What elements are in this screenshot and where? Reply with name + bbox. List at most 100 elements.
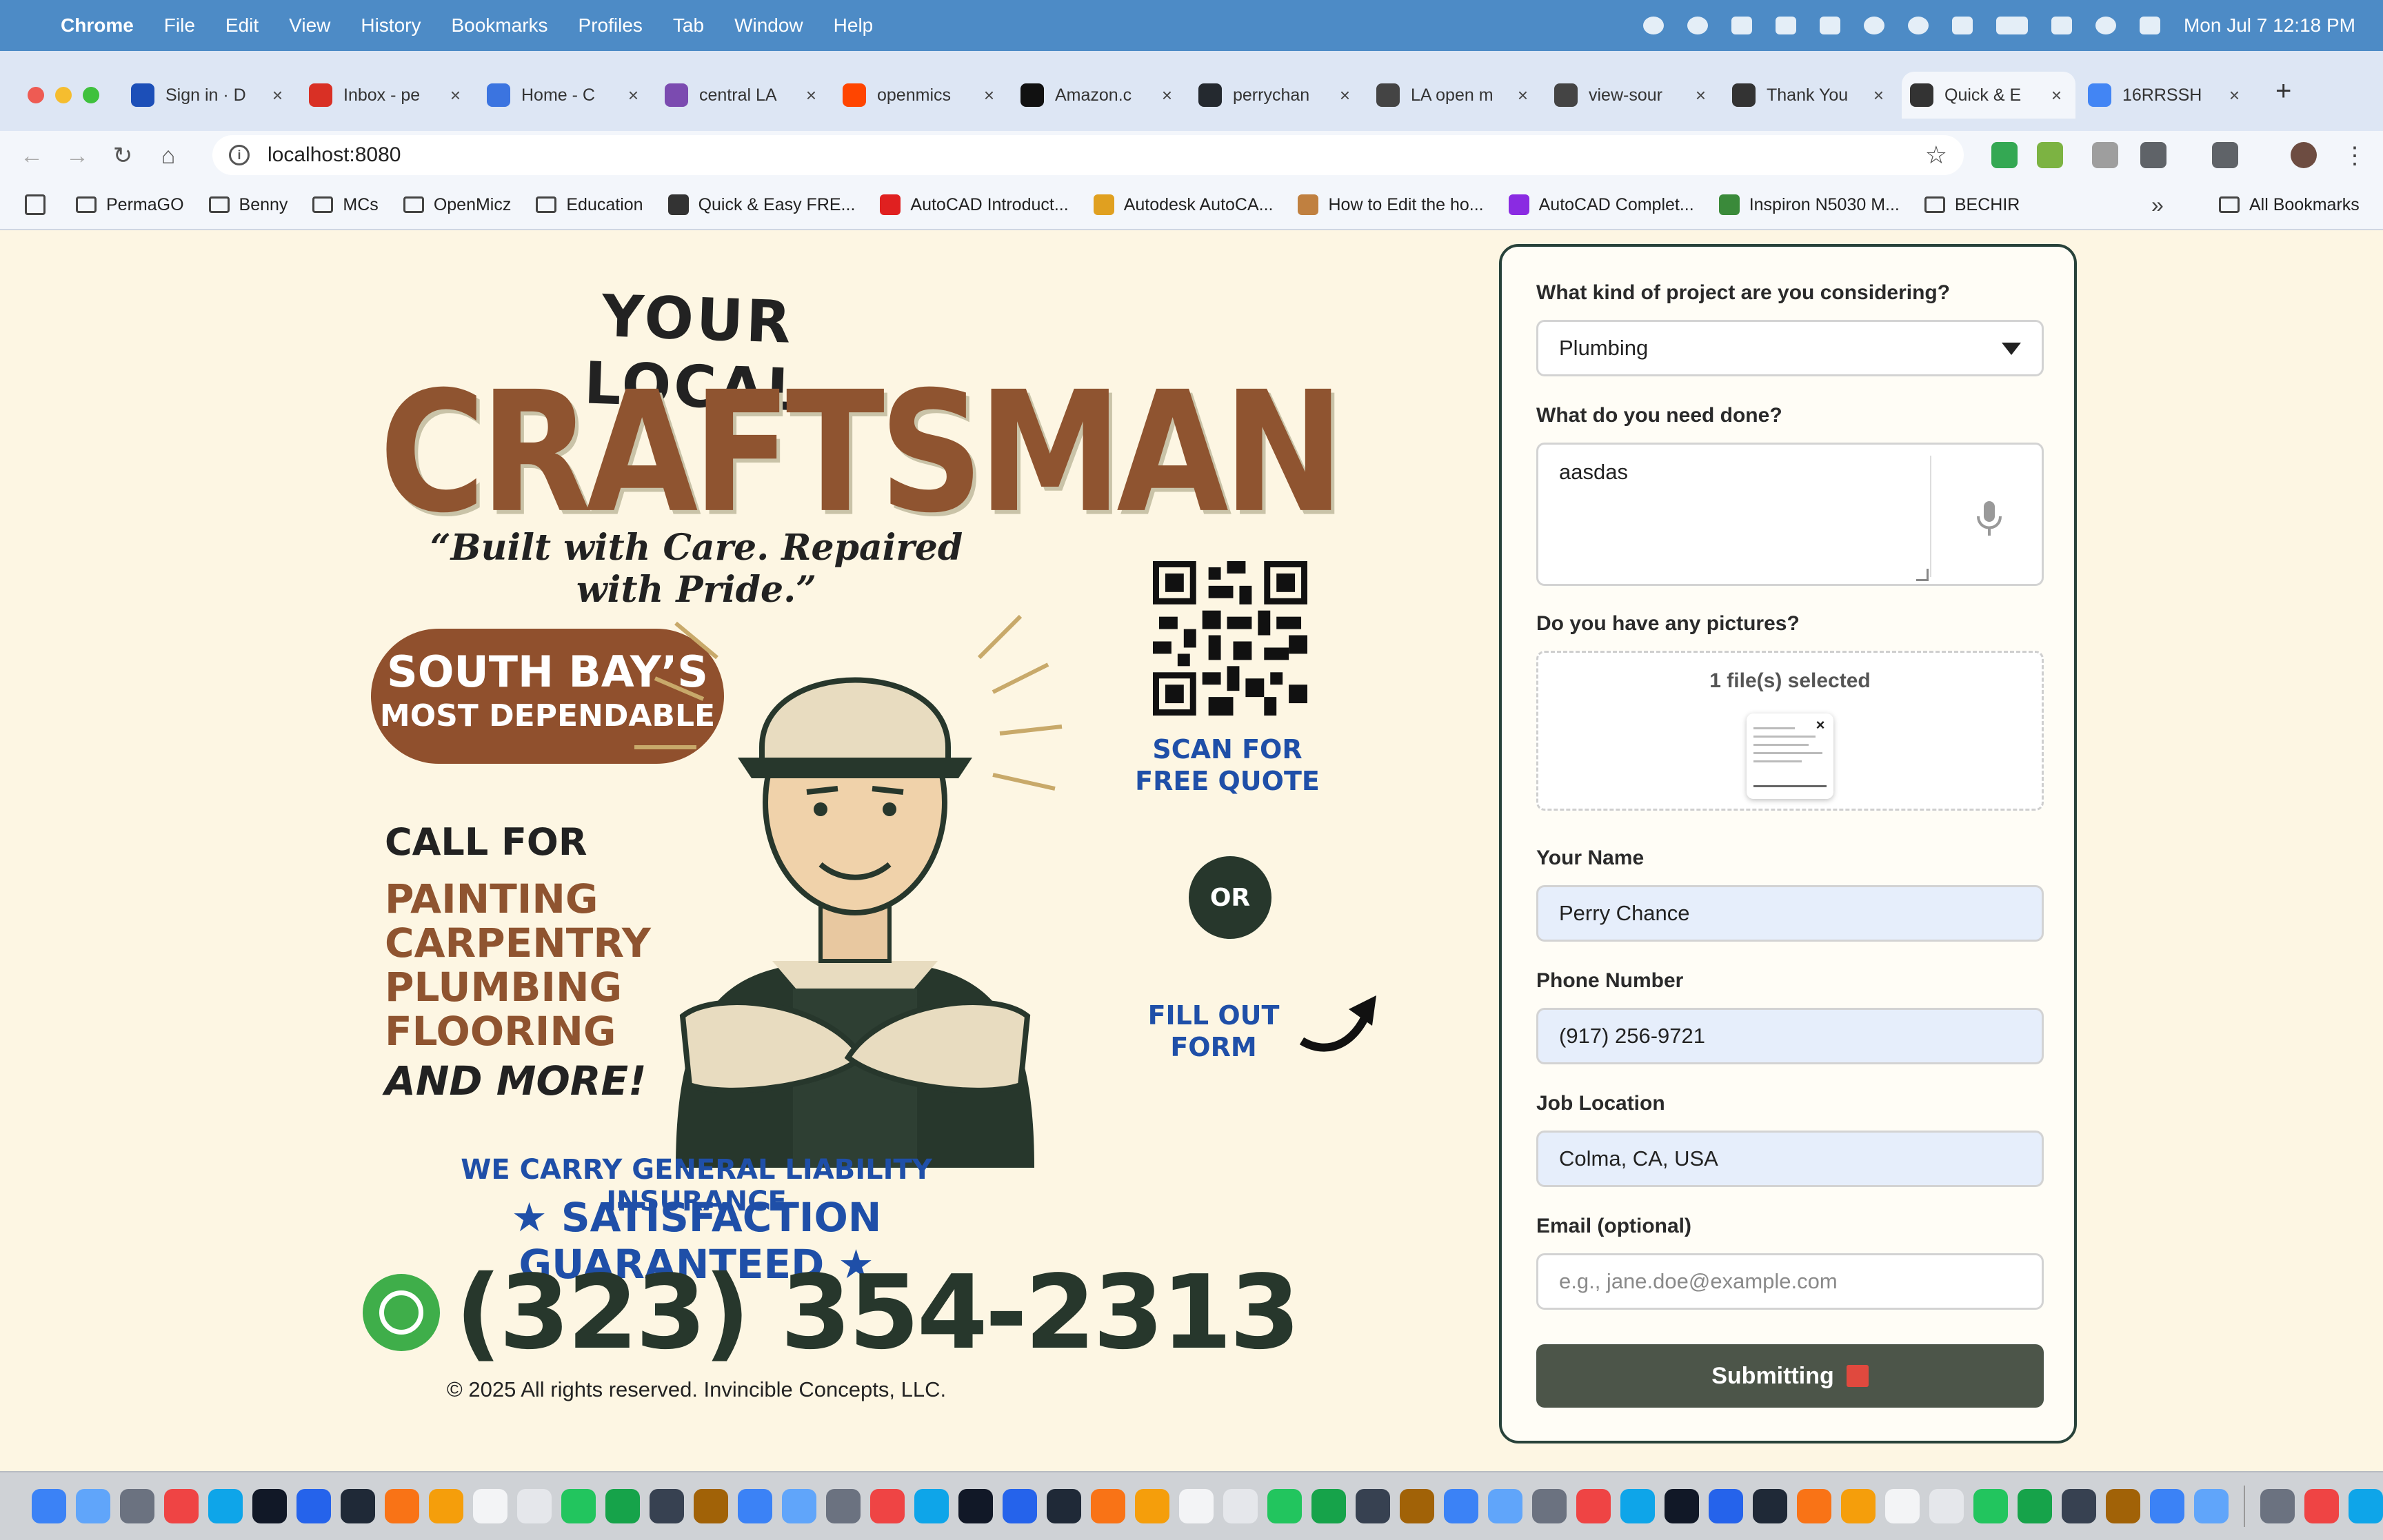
browser-tab[interactable]: LA open m ×: [1368, 72, 1542, 119]
tab-close-icon[interactable]: ×: [1518, 85, 1528, 106]
flight-dock-icon[interactable]: [1841, 1489, 1876, 1523]
remove-file-icon[interactable]: ×: [1811, 716, 1829, 734]
quicktime-dock-icon[interactable]: [1003, 1489, 1037, 1523]
finder-dock-icon[interactable]: [32, 1489, 66, 1523]
browser-tab[interactable]: perrychan ×: [1190, 72, 1364, 119]
chatgpt-dock-icon[interactable]: [1797, 1489, 1831, 1523]
iphone-mirror-dock-icon[interactable]: [2304, 1489, 2339, 1523]
mail-dock-icon[interactable]: [208, 1489, 243, 1523]
spotify-dock-icon[interactable]: [958, 1489, 993, 1523]
phone-field[interactable]: (917) 256-9721: [1536, 1008, 2044, 1064]
name-field[interactable]: Perry Chance: [1536, 885, 2044, 942]
browser-tab[interactable]: Home - C ×: [479, 72, 652, 119]
resize-handle[interactable]: [1916, 569, 1929, 581]
calendar-dock-icon[interactable]: [164, 1489, 199, 1523]
voice-memo-dock-icon[interactable]: [1444, 1489, 1478, 1523]
teams-dock-icon[interactable]: [1532, 1489, 1567, 1523]
vpn-icon[interactable]: [1863, 17, 1884, 34]
back-arrow-icon[interactable]: ←: [18, 143, 46, 170]
bookmark-item[interactable]: How to Edit the ho...: [1298, 194, 1484, 215]
whatsapp-dock-icon[interactable]: [1576, 1489, 1611, 1523]
tab-close-icon[interactable]: ×: [1696, 85, 1706, 106]
bird-dock-icon[interactable]: [1973, 1489, 2008, 1523]
menu-edit[interactable]: Edit: [225, 14, 259, 37]
calculator-dock-icon[interactable]: [1400, 1489, 1434, 1523]
google-drive-ext-icon[interactable]: [1991, 142, 2018, 168]
obs-dock-icon[interactable]: [1929, 1489, 1964, 1523]
tab-search-icon[interactable]: [2212, 142, 2238, 168]
menu-app-name[interactable]: Chrome: [61, 14, 134, 37]
photos-dock-icon[interactable]: [1047, 1489, 1081, 1523]
window-close-button[interactable]: [28, 87, 44, 103]
uploaded-image-thumbnail[interactable]: ×: [1747, 713, 1833, 799]
discord-dock-icon[interactable]: [1488, 1489, 1522, 1523]
bookmark-item[interactable]: PermaGO: [76, 195, 184, 215]
tab-close-icon[interactable]: ×: [628, 85, 639, 106]
menu-bookmarks[interactable]: Bookmarks: [451, 14, 547, 37]
notes-dock-icon[interactable]: [473, 1489, 507, 1523]
spotlight-search-icon[interactable]: [2095, 17, 2116, 34]
claude-dock-icon[interactable]: [385, 1489, 419, 1523]
bookmark-item[interactable]: Benny: [208, 195, 288, 215]
tab-close-icon[interactable]: ×: [272, 85, 283, 106]
preview-dock-icon[interactable]: [1356, 1489, 1390, 1523]
control-center-icon[interactable]: [2139, 17, 2160, 34]
tab-close-icon[interactable]: ×: [2229, 85, 2240, 106]
tor-dock-icon[interactable]: [1885, 1489, 1920, 1523]
screenshot-dock-icon[interactable]: [1091, 1489, 1125, 1523]
menu-profiles[interactable]: Profiles: [579, 14, 643, 37]
tab-close-icon[interactable]: ×: [1340, 85, 1350, 106]
chrome-menu-icon[interactable]: ⋮: [2342, 142, 2368, 169]
window-zoom-button[interactable]: [83, 87, 99, 103]
menu-history[interactable]: History: [361, 14, 421, 37]
menu-tab[interactable]: Tab: [673, 14, 704, 37]
menu-file[interactable]: File: [164, 14, 195, 37]
need-done-textarea[interactable]: aasdas: [1536, 443, 2044, 586]
whatsapp-icon[interactable]: [363, 1274, 440, 1351]
extension-icon[interactable]: [2037, 142, 2063, 168]
safari-dock-icon[interactable]: [870, 1489, 905, 1523]
menu-window[interactable]: Window: [734, 14, 803, 37]
maps-dock-icon[interactable]: [2018, 1489, 2052, 1523]
project-type-select[interactable]: Plumbing: [1536, 320, 2044, 376]
browser-tab[interactable]: Amazon.c ×: [1012, 72, 1186, 119]
all-bookmarks-button[interactable]: All Bookmarks: [2219, 195, 2360, 215]
tab-close-icon[interactable]: ×: [2051, 85, 2062, 106]
reminders-dock-icon[interactable]: [517, 1489, 552, 1523]
sketchup-dock-icon[interactable]: [1753, 1489, 1787, 1523]
home-icon[interactable]: ⌂: [154, 143, 182, 170]
messenger-dock-icon[interactable]: [1223, 1489, 1258, 1523]
bookmark-item[interactable]: AutoCAD Introduct...: [880, 194, 1069, 215]
bookmark-item[interactable]: Autodesk AutoCA...: [1093, 194, 1273, 215]
music-dock-icon[interactable]: [914, 1489, 949, 1523]
location-field[interactable]: Colma, CA, USA: [1536, 1131, 2044, 1187]
dictionary-dock-icon[interactable]: [2194, 1489, 2229, 1523]
brightness-icon[interactable]: [1642, 17, 1664, 34]
trello-dock-icon[interactable]: [1709, 1489, 1743, 1523]
browser-tab[interactable]: openmics ×: [834, 72, 1008, 119]
microphone-icon[interactable]: [1975, 500, 2003, 538]
bookmark-item[interactable]: Education: [536, 195, 643, 215]
vscode-dock-icon[interactable]: [296, 1489, 331, 1523]
camera-ext-icon[interactable]: [2092, 142, 2118, 168]
more-bookmarks-icon[interactable]: »: [2151, 192, 2164, 218]
keka-dock-icon[interactable]: [694, 1489, 728, 1523]
menu-view[interactable]: View: [289, 14, 330, 37]
apps-grid-icon[interactable]: [25, 194, 46, 215]
facetime-dock-icon[interactable]: [605, 1489, 640, 1523]
battery-icon[interactable]: [1995, 17, 2028, 34]
browser-tab[interactable]: central LA ×: [656, 72, 830, 119]
evernote-dock-icon[interactable]: [1620, 1489, 1655, 1523]
volume-icon[interactable]: [1819, 17, 1840, 34]
window-minimize-button[interactable]: [55, 87, 72, 103]
browser-tab[interactable]: Sign in · D ×: [123, 72, 296, 119]
forward-arrow-icon[interactable]: →: [63, 143, 91, 170]
browser-tab[interactable]: view-sour ×: [1546, 72, 1720, 119]
new-tab-button[interactable]: +: [2275, 76, 2291, 107]
extensions-puzzle-icon[interactable]: [2140, 142, 2166, 168]
chatgpt-status-icon[interactable]: [1687, 17, 1708, 34]
anydesk-dock-icon[interactable]: [2106, 1489, 2140, 1523]
address-url[interactable]: localhost:8080: [268, 143, 401, 167]
time-machine-icon[interactable]: [1907, 17, 1929, 34]
firefox-dock-icon[interactable]: [826, 1489, 861, 1523]
